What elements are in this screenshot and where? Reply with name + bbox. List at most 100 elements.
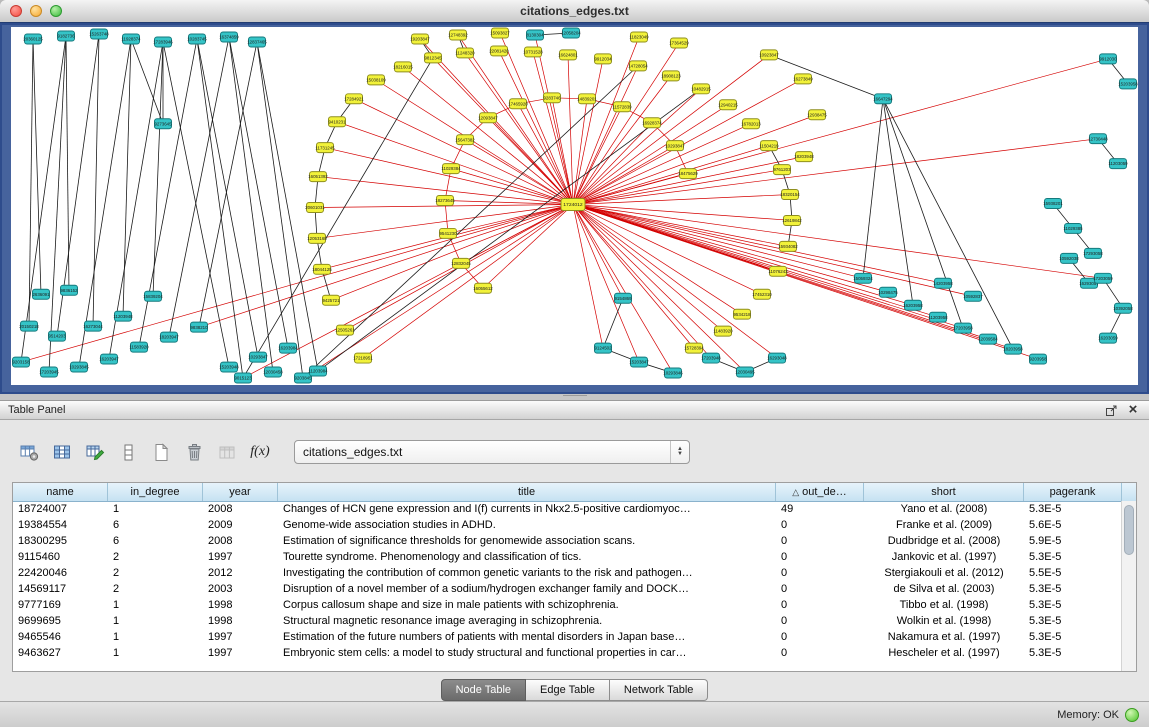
- minimize-window-button[interactable]: [30, 5, 42, 17]
- show-columns-button[interactable]: [49, 439, 75, 465]
- graph-node[interactable]: 12748392: [448, 30, 468, 40]
- table-settings-button[interactable]: [16, 439, 42, 465]
- graph-node[interactable]: 18908123: [661, 71, 681, 81]
- graph-node[interactable]: 17203945: [39, 367, 59, 377]
- graph-node[interactable]: 9541230: [439, 228, 457, 238]
- graph-node[interactable]: 22081420: [489, 46, 509, 56]
- import-table-button[interactable]: [214, 439, 240, 465]
- graph-node[interactable]: 12030458: [263, 367, 283, 377]
- table-row[interactable]: 1938455462009Genome-wide association stu…: [13, 517, 1122, 533]
- graph-node[interactable]: 17203958: [953, 323, 973, 333]
- graph-node[interactable]: 11483920: [713, 326, 733, 336]
- table-cell[interactable]: Hescheler et al. (1997): [864, 647, 1024, 659]
- graph-node[interactable]: 15059324: [853, 273, 873, 283]
- graph-node[interactable]: 10293847: [665, 141, 685, 151]
- graph-node[interactable]: 19203847: [410, 34, 430, 44]
- table-cell[interactable]: 6: [108, 535, 203, 547]
- graph-node[interactable]: 16273849: [793, 74, 813, 84]
- column-header-in_degree[interactable]: in_degree: [108, 483, 203, 501]
- graph-node[interactable]: 12053168: [307, 233, 327, 243]
- table-row[interactable]: 2242004622012Investigating the contribut…: [13, 565, 1122, 581]
- table-cell[interactable]: 2008: [203, 535, 278, 547]
- graph-node[interactable]: 9154869: [614, 293, 632, 303]
- table-cell[interactable]: 6: [108, 519, 203, 531]
- graph-node[interactable]: 17203948: [701, 353, 721, 363]
- table-cell[interactable]: 1: [108, 631, 203, 643]
- graph-node[interactable]: 11731245: [315, 143, 335, 153]
- graph-node[interactable]: 10283745: [187, 34, 207, 44]
- graph-node[interactable]: 8130304: [526, 30, 544, 40]
- graph-node[interactable]: 11203059: [1108, 159, 1128, 169]
- table-cell[interactable]: 5.3E-5: [1024, 615, 1122, 627]
- graph-node[interactable]: 9283746: [543, 93, 561, 103]
- graph-node[interactable]: 10592038: [1059, 253, 1079, 263]
- table-cell[interactable]: Disruption of a novel member of a sodium…: [278, 583, 776, 595]
- graph-node[interactable]: 15203958: [1118, 79, 1138, 89]
- table-cell[interactable]: 49: [776, 503, 864, 515]
- table-cell[interactable]: 5.6E-5: [1024, 519, 1122, 531]
- column-header-title[interactable]: title: [278, 483, 776, 501]
- window-titlebar[interactable]: citations_edges.txt: [0, 0, 1149, 23]
- table-cell[interactable]: 0: [776, 551, 864, 563]
- function-builder-button[interactable]: f(x): [247, 439, 273, 465]
- graph-node[interactable]: 9912030: [1099, 54, 1117, 64]
- table-cell[interactable]: Investigating the contribution of common…: [278, 567, 776, 579]
- graph-node[interactable]: 9912034: [594, 54, 612, 64]
- graph-node[interactable]: 16051392: [308, 172, 328, 182]
- graph-node[interactable]: 12039584: [978, 334, 998, 344]
- graph-node[interactable]: 16203984: [278, 343, 298, 353]
- table-cell[interactable]: 0: [776, 535, 864, 547]
- table-cell[interactable]: 1997: [203, 551, 278, 563]
- table-cell[interactable]: 2008: [203, 503, 278, 515]
- table-row[interactable]: 946554611997Estimation of the future num…: [13, 629, 1122, 645]
- table-cell[interactable]: Stergiakouli et al. (2012): [864, 567, 1024, 579]
- graph-node[interactable]: 17364529: [669, 38, 689, 48]
- graph-node[interactable]: 9182736: [57, 31, 75, 41]
- graph-node[interactable]: 15934082: [778, 241, 798, 251]
- graph-node[interactable]: 16293048: [767, 353, 787, 363]
- table-cell[interactable]: 22420046: [13, 567, 108, 579]
- table-cell[interactable]: 2012: [203, 567, 278, 579]
- graph-node[interactable]: 12058204: [561, 28, 581, 38]
- graph-node[interactable]: 16055612: [473, 283, 493, 293]
- graph-node[interactable]: 10298475: [878, 287, 898, 297]
- tab-edge-table[interactable]: Edge Table: [526, 679, 610, 701]
- column-header-year[interactable]: year: [203, 483, 278, 501]
- graph-node[interactable]: 10482915: [691, 84, 711, 94]
- float-panel-button[interactable]: [1103, 403, 1119, 417]
- table-cell[interactable]: Nakamura et al. (1997): [864, 631, 1024, 643]
- graph-node[interactable]: 17218951: [353, 353, 373, 363]
- graph-node[interactable]: 14203958: [933, 278, 953, 288]
- graph-node[interactable]: 16203059: [1098, 333, 1118, 343]
- tab-network-table[interactable]: Network Table: [610, 679, 709, 701]
- graph-node[interactable]: 9203158: [12, 357, 30, 367]
- table-row[interactable]: 911546021997Tourette syndrome. Phenomeno…: [13, 549, 1122, 565]
- graph-node[interactable]: 18273645: [435, 196, 455, 206]
- table-cell[interactable]: 9699695: [13, 615, 108, 627]
- table-cell[interactable]: 1: [108, 615, 203, 627]
- table-row[interactable]: 1830029562008Estimation of significance …: [13, 533, 1122, 549]
- table-cell[interactable]: Tourette syndrome. Phenomenology and cla…: [278, 551, 776, 563]
- graph-node[interactable]: 16624801: [558, 50, 578, 60]
- column-header-out_de[interactable]: △out_de…: [776, 483, 864, 501]
- graph-node[interactable]: 16782013: [741, 119, 761, 129]
- table-cell[interactable]: 5.3E-5: [1024, 551, 1122, 563]
- table-cell[interactable]: Structural magnetic resonance image aver…: [278, 615, 776, 627]
- table-cell[interactable]: 5.9E-5: [1024, 535, 1122, 547]
- table-cell[interactable]: 0: [776, 519, 864, 531]
- graph-node[interactable]: 10592837: [963, 291, 983, 301]
- table-cell[interactable]: 0: [776, 631, 864, 643]
- table-cell[interactable]: Wolkin et al. (1998): [864, 615, 1024, 627]
- graph-node[interactable]: 9812345: [424, 53, 442, 63]
- graph-node[interactable]: 10731528: [523, 47, 543, 57]
- graph-node[interactable]: 15038109: [366, 75, 386, 85]
- table-cell[interactable]: 5.5E-5: [1024, 567, 1122, 579]
- graph-node[interactable]: 11029384: [441, 164, 461, 174]
- table-cell[interactable]: 9777169: [13, 599, 108, 611]
- table-cell[interactable]: 1998: [203, 599, 278, 611]
- table-cell[interactable]: 2: [108, 583, 203, 595]
- graph-node[interactable]: 11504219: [759, 141, 779, 151]
- graph-node[interactable]: 10293846: [663, 368, 683, 378]
- new-row-button[interactable]: [115, 439, 141, 465]
- column-header-name[interactable]: name: [13, 483, 108, 501]
